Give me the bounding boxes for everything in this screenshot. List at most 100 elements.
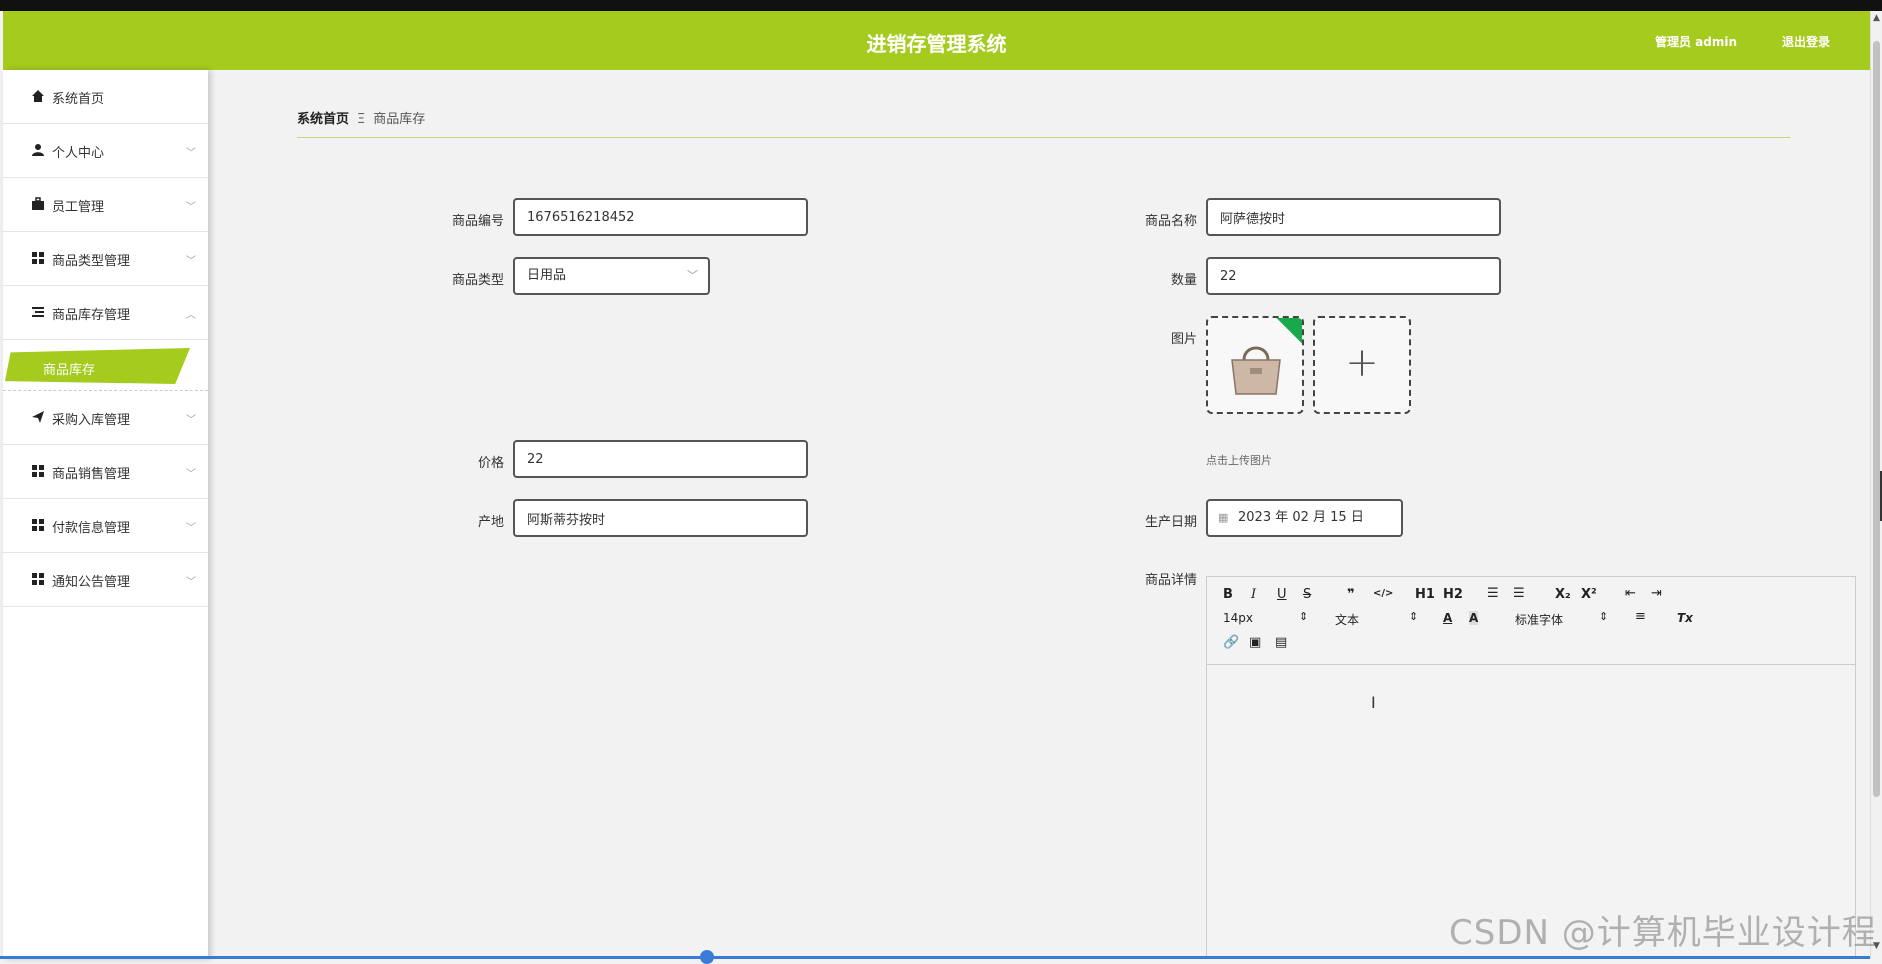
breadcrumb-separator: Ξ: [357, 112, 366, 127]
superscript-button[interactable]: X²: [1581, 587, 1597, 602]
italic-button[interactable]: I: [1251, 587, 1256, 602]
video-icon[interactable]: ▤: [1275, 635, 1287, 650]
active-highlight: [5, 348, 190, 384]
sidebar-item-label: 商品类型管理: [52, 254, 131, 269]
background-color-button[interactable]: A: [1469, 611, 1479, 625]
origin-label: 产地: [477, 515, 504, 530]
type-select[interactable]: 日用品 ﹀: [513, 257, 710, 295]
sidebar-item-profile[interactable]: 个人中心 ﹀: [3, 124, 208, 178]
code-label: 商品编号: [451, 214, 504, 229]
chevron-down-icon: ﹀: [186, 148, 196, 159]
grid-icon: [32, 573, 44, 585]
breadcrumb-home[interactable]: 系统首页: [297, 112, 349, 127]
sidebar-item-label: 商品销售管理: [52, 467, 131, 482]
chevron-down-icon: ﹀: [186, 469, 196, 480]
rich-text-editor[interactable]: B I U S ❞ </> H1 H2 ☰ ☰ X₂ X² ⇤ ⇥ 14px ⇕…: [1206, 576, 1856, 959]
sidebar: 系统首页 个人中心 ﹀ 员工管理 ﹀ 商品类型管理 ﹀ 商品库存管理 ︿ 商品库…: [3, 70, 208, 959]
bullet-list-icon[interactable]: ☰: [1513, 586, 1525, 601]
window-top-strip: [0, 0, 1882, 11]
font-size-select[interactable]: 14px: [1223, 611, 1253, 625]
blockquote-button[interactable]: ❞: [1347, 587, 1355, 602]
outdent-icon[interactable]: ⇤: [1625, 586, 1636, 601]
image-label: 图片: [1170, 332, 1197, 347]
sidebar-item-label: 系统首页: [52, 92, 105, 107]
breadcrumb-divider: [297, 137, 1790, 138]
app-title: 进销存管理系统: [866, 32, 1007, 56]
font-family-select[interactable]: 标准字体: [1515, 611, 1563, 628]
bold-button[interactable]: B: [1223, 587, 1233, 602]
updown-arrow-icon[interactable]: ⇕: [1299, 610, 1308, 623]
qty-label: 数量: [1170, 273, 1197, 288]
bottom-progress-handle[interactable]: [700, 950, 714, 964]
sidebar-item-payments[interactable]: 付款信息管理 ﹀: [3, 499, 208, 553]
logout-link[interactable]: 退出登录: [1782, 33, 1830, 50]
date-label: 生产日期: [1144, 515, 1197, 530]
text-type-select[interactable]: 文本: [1335, 611, 1359, 628]
sidebar-item-label: 个人中心: [52, 146, 105, 161]
subscript-button[interactable]: X₂: [1555, 587, 1571, 602]
type-select-value: 日用品: [527, 268, 567, 283]
grid-icon: [32, 519, 44, 531]
sidebar-item-label: 员工管理: [52, 200, 105, 215]
upload-hint: 点击上传图片: [1206, 454, 1272, 467]
scrollbar-thumb[interactable]: [1873, 41, 1880, 797]
plus-icon: +: [1345, 340, 1379, 386]
sidebar-subitem-label: 商品库存: [43, 363, 96, 378]
sidebar-item-label: 通知公告管理: [52, 575, 131, 590]
sidebar-item-sales[interactable]: 商品销售管理 ﹀: [3, 445, 208, 499]
calendar-icon: ▦: [1218, 511, 1229, 524]
image-icon[interactable]: ▣: [1249, 635, 1261, 650]
briefcase-icon: [32, 197, 44, 210]
updown-arrow-icon[interactable]: ⇕: [1409, 610, 1418, 623]
name-input[interactable]: [1206, 198, 1501, 236]
indent-icon[interactable]: ⇥: [1651, 586, 1662, 601]
name-label: 商品名称: [1144, 214, 1197, 229]
editor-toolbar: B I U S ❞ </> H1 H2 ☰ ☰ X₂ X² ⇤ ⇥ 14px ⇕…: [1207, 577, 1855, 665]
date-value: 2023 年 02 月 15 日: [1238, 510, 1364, 525]
scroll-up-icon[interactable]: ▲: [1873, 13, 1880, 23]
sidebar-item-purchase[interactable]: 采购入库管理 ﹀: [3, 391, 208, 445]
heading2-button[interactable]: H2: [1443, 587, 1463, 602]
detail-label: 商品详情: [1144, 573, 1197, 588]
upload-add-button[interactable]: +: [1313, 316, 1411, 414]
chevron-down-icon: ﹀: [687, 269, 698, 282]
align-icon[interactable]: ≡: [1635, 609, 1646, 624]
sidebar-item-employees[interactable]: 员工管理 ﹀: [3, 178, 208, 232]
updown-arrow-icon[interactable]: ⇕: [1599, 610, 1608, 623]
admin-user-label: 管理员 admin: [1655, 35, 1738, 49]
chevron-up-icon: ︿: [186, 310, 196, 321]
user-icon: [32, 144, 44, 156]
list-icon: [32, 307, 44, 317]
app-header: 进销存管理系统 管理员 admin 退出登录: [3, 11, 1870, 70]
sidebar-item-product-types[interactable]: 商品类型管理 ﹀: [3, 232, 208, 286]
sidebar-item-label: 付款信息管理: [52, 521, 131, 536]
type-label: 商品类型: [451, 273, 504, 288]
price-label: 价格: [477, 456, 504, 471]
sidebar-subitem-inventory[interactable]: 商品库存: [3, 340, 208, 391]
chevron-down-icon: ﹀: [186, 202, 196, 213]
heading1-button[interactable]: H1: [1415, 587, 1435, 602]
origin-input[interactable]: [513, 499, 808, 537]
link-icon[interactable]: 🔗: [1223, 635, 1239, 650]
sidebar-item-home[interactable]: 系统首页: [3, 70, 208, 124]
breadcrumb: 系统首页 Ξ 商品库存: [297, 108, 425, 127]
sidebar-item-label: 采购入库管理: [52, 413, 131, 428]
code-block-button[interactable]: </>: [1373, 588, 1393, 599]
page-scrollbar[interactable]: ▲ ▼: [1870, 11, 1882, 959]
sidebar-item-notices[interactable]: 通知公告管理 ﹀: [3, 553, 208, 607]
qty-input[interactable]: [1206, 257, 1501, 295]
font-color-button[interactable]: A: [1443, 611, 1452, 625]
watermark: CSDN @计算机毕业设计程: [1449, 913, 1877, 953]
price-input[interactable]: [513, 440, 808, 478]
send-icon: [32, 411, 44, 423]
underline-button[interactable]: U: [1277, 587, 1287, 602]
strike-button[interactable]: S: [1303, 587, 1311, 602]
sidebar-item-inventory[interactable]: 商品库存管理 ︿: [3, 286, 208, 340]
clear-format-button[interactable]: Tx: [1677, 611, 1693, 625]
date-picker[interactable]: ▦ 2023 年 02 月 15 日: [1206, 499, 1403, 537]
code-input[interactable]: [513, 198, 808, 236]
uploaded-image-thumbnail[interactable]: [1206, 316, 1304, 414]
sidebar-item-label: 商品库存管理: [52, 308, 131, 323]
ordered-list-icon[interactable]: ☰: [1487, 586, 1499, 601]
chevron-down-icon: ﹀: [186, 523, 196, 534]
